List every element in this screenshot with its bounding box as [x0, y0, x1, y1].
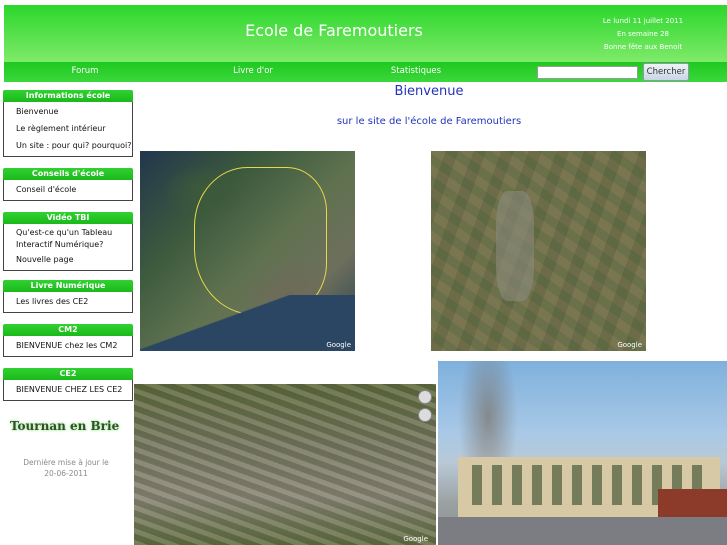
menu-item-tbi-line1[interactable]: Qu'est-ce qu'un Tableau [16, 227, 132, 239]
tournan-logo-text[interactable]: Tournan en Brie [10, 419, 128, 433]
search-input[interactable] [537, 66, 638, 79]
site-header: Ecole de Faremoutiers Le lundi 11 juille… [4, 5, 727, 62]
box-video-tbi: Vidéo TBI Qu'est-ce qu'un Tableau Intera… [3, 212, 133, 271]
last-update: Dernière mise à jour le 20-06-2011 [4, 457, 128, 479]
menu-item-conseil-ecole[interactable]: Conseil d'école [16, 181, 132, 198]
school-building-photo [438, 361, 727, 545]
box-title: Livre Numérique [3, 280, 133, 292]
france-satellite-map: Google [140, 151, 355, 351]
box-body: Bienvenue Le règlement intérieur Un site… [3, 102, 133, 157]
box-body: BIENVENUE CHEZ LES CE2 [3, 380, 133, 401]
google-logo: Google [617, 341, 642, 349]
box-conseils-ecole: Conseils d'école Conseil d'école [3, 168, 133, 201]
nav-bar: Forum Livre d'or Statistiques Chercher [4, 62, 727, 82]
menu-item-ce2[interactable]: BIENVENUE CHEZ LES CE2 [16, 381, 132, 398]
menu-item-tbi-line2[interactable]: Interactif Numérique? [16, 239, 132, 251]
map-pan-control-icon[interactable] [418, 390, 432, 404]
date-info: Le lundi 11 juillet 2011 En semaine 28 B… [583, 15, 703, 54]
village-satellite-map[interactable]: Google [134, 384, 436, 545]
box-title: CE2 [3, 368, 133, 380]
mediterranean-sea [140, 295, 355, 351]
box-informations-ecole: Informations école Bienvenue Le règlemen… [3, 90, 133, 157]
map-zoom-control-icon[interactable] [418, 408, 432, 422]
google-logo: Google [403, 535, 428, 543]
menu-item-cm2[interactable]: BIENVENUE chez les CM2 [16, 337, 132, 354]
welcome-heading: Bienvenue [394, 84, 464, 99]
menu-item-nouvelle-page[interactable]: Nouvelle page [16, 251, 132, 268]
box-body: BIENVENUE chez les CM2 [3, 336, 133, 357]
date-line: Le lundi 11 juillet 2011 [602, 17, 684, 25]
update-label: Dernière mise à jour le [23, 458, 109, 467]
red-roof [658, 489, 727, 519]
nav-statistiques-link[interactable]: Statistiques [371, 66, 461, 76]
menu-item-bienvenue[interactable]: Bienvenue [16, 103, 132, 120]
box-body: Qu'est-ce qu'un Tableau Interactif Numér… [3, 224, 133, 271]
france-border [193, 167, 328, 315]
box-title: Informations école [3, 90, 133, 102]
update-date: 20-06-2011 [44, 469, 88, 478]
saint-line: Bonne fête aux Benoit [603, 43, 683, 51]
box-title: Conseils d'école [3, 168, 133, 180]
menu-item-reglement[interactable]: Le règlement intérieur [16, 120, 132, 137]
nav-forum-link[interactable]: Forum [40, 66, 130, 76]
box-livre-numerique: Livre Numérique Les livres des CE2 [3, 280, 133, 313]
site-title: Ecole de Faremoutiers [245, 21, 423, 40]
box-body: Conseil d'école [3, 180, 133, 201]
box-body: Les livres des CE2 [3, 292, 133, 313]
box-cm2: CM2 BIENVENUE chez les CM2 [3, 324, 133, 357]
town-area [495, 191, 535, 301]
schoolyard [438, 517, 727, 545]
box-title: Vidéo TBI [3, 212, 133, 224]
nav-livre-dor-link[interactable]: Livre d'or [208, 66, 298, 76]
google-logo: Google [326, 341, 351, 349]
search-button[interactable]: Chercher [643, 63, 689, 81]
region-satellite-map: Google [431, 151, 646, 351]
box-ce2: CE2 BIENVENUE CHEZ LES CE2 [3, 368, 133, 401]
menu-item-livres-ce2[interactable]: Les livres des CE2 [16, 293, 132, 310]
box-title: CM2 [3, 324, 133, 336]
welcome-subtitle: sur le site de l'école de Faremoutiers [336, 116, 522, 127]
menu-item-un-site[interactable]: Un site : pour qui? pourquoi? [16, 137, 132, 154]
week-line: En semaine 28 [617, 30, 669, 38]
